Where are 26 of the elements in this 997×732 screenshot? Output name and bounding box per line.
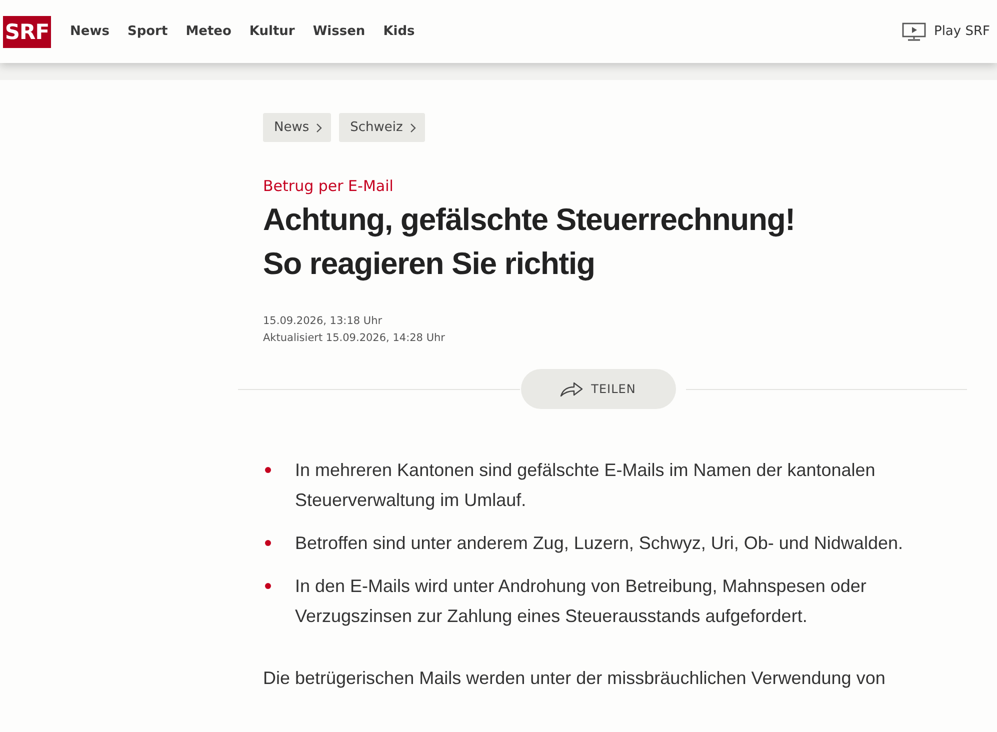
bullet-icon xyxy=(265,467,271,473)
bullet-icon xyxy=(265,583,271,589)
publish-date: 15.09.2026, 13:18 Uhr xyxy=(263,314,384,329)
share-button[interactable]: TEILEN xyxy=(520,369,676,409)
summary-point: In den E-Mails wird unter Androhung von Betreibung, Mahnspesen oder Verzugszinsen zur Zahlung eines Steuerausstands aufgefordert. xyxy=(295,575,868,628)
share-arrow-icon xyxy=(560,380,584,398)
article-paragraph: Die betrügerischen Mails werden unter der missbräuchlichen Verwendung von xyxy=(263,667,886,690)
article-title: Achtung, gefälschte Steuerrechnung! So reagieren Sie richtig xyxy=(263,201,796,283)
logo[interactable]: SRF xyxy=(3,16,51,48)
play-link[interactable]: Play SRF xyxy=(902,22,990,42)
update-date: Aktualisiert 15.09.2026, 14:28 Uhr xyxy=(263,331,446,346)
breadcrumb-link[interactable]: News xyxy=(263,113,332,142)
article-kicker: Betrug per E-Mail xyxy=(263,177,394,195)
tv-play-icon xyxy=(902,22,926,42)
nav-link[interactable]: Wissen xyxy=(312,24,366,39)
nav-link[interactable]: Sport xyxy=(127,24,168,39)
summary-point: In mehreren Kantonen sind gefälschte E-Mails im Namen der kantonalen Steuerverwaltung im Umlauf. xyxy=(295,459,876,512)
chevron-right-icon xyxy=(410,122,416,132)
summary-point: Betroffen sind unter anderem Zug, Luzern, Schwyz, Uri, Ob- und Nidwalden. xyxy=(295,532,903,555)
breadcrumb-link[interactable]: Schweiz xyxy=(339,113,425,142)
nav-link[interactable]: Kultur xyxy=(249,24,295,39)
bullet-icon xyxy=(265,540,271,546)
nav-link[interactable]: News xyxy=(70,24,110,39)
chevron-right-icon xyxy=(316,122,322,132)
nav-link[interactable]: Meteo xyxy=(186,24,232,39)
nav-link[interactable]: Kids xyxy=(383,24,415,39)
